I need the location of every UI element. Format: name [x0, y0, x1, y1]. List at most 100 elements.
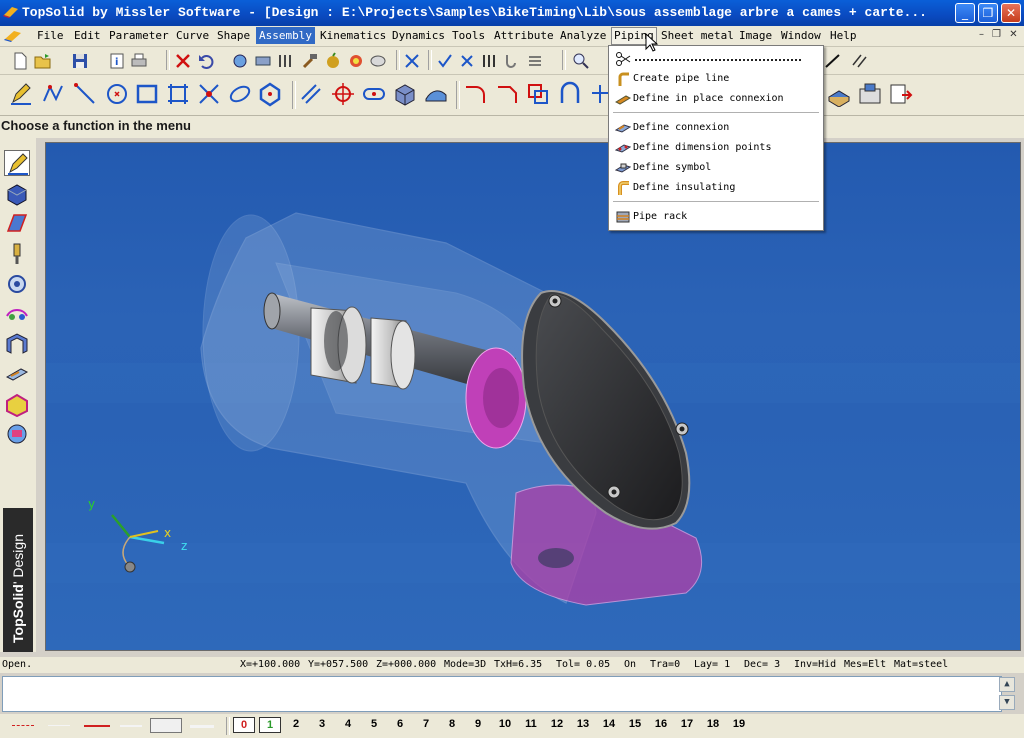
apple-icon[interactable]: [323, 51, 343, 71]
gear-icon[interactable]: [4, 271, 30, 297]
kinematics-icon[interactable]: [4, 301, 30, 327]
doc-minimize-icon[interactable]: –: [975, 29, 988, 41]
menu-attribute[interactable]: Attribute: [494, 29, 554, 42]
menu-window[interactable]: Window: [781, 29, 821, 42]
solid-box-icon[interactable]: [392, 81, 418, 107]
hammer-icon[interactable]: [300, 51, 320, 71]
doc-restore-icon[interactable]: ❐: [990, 29, 1003, 41]
chamfer-icon[interactable]: [494, 81, 520, 107]
maximize-button[interactable]: ❒: [978, 3, 998, 23]
sketch-pencil-icon[interactable]: [8, 81, 34, 107]
parallel-line-icon[interactable]: [298, 81, 324, 107]
topsolid-app-icon[interactable]: [3, 5, 19, 19]
layer-14[interactable]: 14: [599, 718, 619, 730]
line-width-selector[interactable]: [150, 718, 182, 733]
polygon-icon[interactable]: [257, 81, 283, 107]
menu-analyze[interactable]: Analyze: [560, 29, 606, 42]
status-mes[interactable]: Mes=Elt: [844, 659, 886, 670]
undo-icon[interactable]: [196, 51, 216, 71]
cross-icon[interactable]: [457, 51, 477, 71]
surface-icon[interactable]: [423, 81, 449, 107]
layer-19[interactable]: 19: [729, 718, 749, 730]
params-icon[interactable]: [275, 51, 295, 71]
offset-icon[interactable]: [525, 81, 551, 107]
bars-icon[interactable]: [479, 51, 499, 71]
grid-icon[interactable]: [525, 51, 545, 71]
u-shape-icon[interactable]: [557, 81, 583, 107]
recycle-icon[interactable]: [230, 51, 250, 71]
3d-viewport[interactable]: y x z: [45, 142, 1021, 651]
layer-18[interactable]: 18: [703, 718, 723, 730]
menu-file[interactable]: File: [37, 29, 64, 42]
layer-13[interactable]: 13: [573, 718, 593, 730]
solid-mode-icon[interactable]: [4, 181, 30, 207]
open-icon[interactable]: [33, 51, 53, 71]
drawing-icon[interactable]: [857, 81, 883, 107]
menu-sheet-metal[interactable]: Sheet metal: [661, 29, 734, 42]
ellipse-icon[interactable]: [227, 81, 253, 107]
fillet-icon[interactable]: [196, 81, 222, 107]
line-type-thin-white[interactable]: [48, 725, 70, 726]
menu-item-define-connexion[interactable]: Define connexion: [609, 119, 823, 137]
layer-12[interactable]: 12: [547, 718, 567, 730]
status-on[interactable]: On: [624, 659, 636, 670]
mold-icon[interactable]: [4, 391, 30, 417]
rectangle-icon[interactable]: [134, 81, 160, 107]
save-icon[interactable]: [70, 51, 90, 71]
layer-2[interactable]: 2: [286, 718, 306, 730]
menu-item-define-in-place-connexion[interactable]: Define in place connexion: [609, 90, 823, 108]
line-type-thick-white[interactable]: [190, 725, 214, 728]
menu-edit[interactable]: Edit: [74, 29, 101, 42]
line-icon[interactable]: [72, 81, 98, 107]
tear-off-handle[interactable]: [609, 48, 823, 68]
minimize-button[interactable]: _: [955, 3, 975, 23]
delete-icon[interactable]: [173, 51, 193, 71]
sketch-mode-icon[interactable]: [4, 150, 30, 176]
menu-item-create-pipe-line[interactable]: Create pipe line: [609, 70, 823, 88]
status-lay[interactable]: Lay= 1: [694, 659, 730, 670]
frame-icon[interactable]: [165, 81, 191, 107]
sheet-icon[interactable]: [826, 81, 852, 107]
scroll-down-icon[interactable]: ▼: [999, 695, 1015, 710]
menu-dynamics[interactable]: Dynamics: [392, 29, 445, 42]
point-icon[interactable]: [330, 81, 356, 107]
assembly-tool-icon[interactable]: [402, 51, 422, 71]
status-tra[interactable]: Tra=0: [650, 659, 680, 670]
layer-3[interactable]: 3: [312, 718, 332, 730]
layer-1[interactable]: 1: [259, 717, 281, 733]
render-icon[interactable]: [368, 51, 388, 71]
circle-icon[interactable]: [104, 81, 130, 107]
menu-item-define-symbol[interactable]: Define symbol: [609, 159, 823, 177]
status-inv[interactable]: Inv=Hid: [794, 659, 836, 670]
arc-icon[interactable]: [462, 81, 488, 107]
menu-help[interactable]: Help: [830, 29, 857, 42]
color-icon[interactable]: [346, 51, 366, 71]
menu-curve[interactable]: Curve: [176, 29, 209, 42]
command-line[interactable]: [2, 676, 1002, 712]
menu-parameter[interactable]: Parameter: [109, 29, 169, 42]
status-mode[interactable]: Mode=3D: [444, 659, 486, 670]
layer-8[interactable]: 8: [442, 718, 462, 730]
line-type-white[interactable]: [120, 725, 142, 727]
layer-6[interactable]: 6: [390, 718, 410, 730]
layer-9[interactable]: 9: [468, 718, 488, 730]
close-button[interactable]: ✕: [1001, 3, 1021, 23]
doc-close-icon[interactable]: ✕: [1007, 29, 1020, 41]
pipe-mode-icon[interactable]: [4, 361, 30, 387]
line-style-icon[interactable]: [823, 51, 843, 71]
menu-kinematics[interactable]: Kinematics: [320, 29, 386, 42]
status-txh[interactable]: TxH=6.35: [494, 659, 542, 670]
polyline-icon[interactable]: [40, 81, 66, 107]
surface-mode-icon[interactable]: [4, 211, 30, 237]
tool-mode-icon[interactable]: [4, 241, 30, 267]
menu-tools[interactable]: Tools: [452, 29, 485, 42]
status-mat[interactable]: Mat=steel: [894, 659, 948, 670]
menu-item-define-dimension-points[interactable]: Define dimension points: [609, 139, 823, 157]
line-type-solid-red[interactable]: [84, 725, 110, 727]
layer-16[interactable]: 16: [651, 718, 671, 730]
sheet-metal-icon[interactable]: [4, 331, 30, 357]
layer-7[interactable]: 7: [416, 718, 436, 730]
layer-10[interactable]: 10: [495, 718, 515, 730]
new-icon[interactable]: [10, 51, 30, 71]
status-tol[interactable]: Tol= 0.05: [556, 659, 610, 670]
